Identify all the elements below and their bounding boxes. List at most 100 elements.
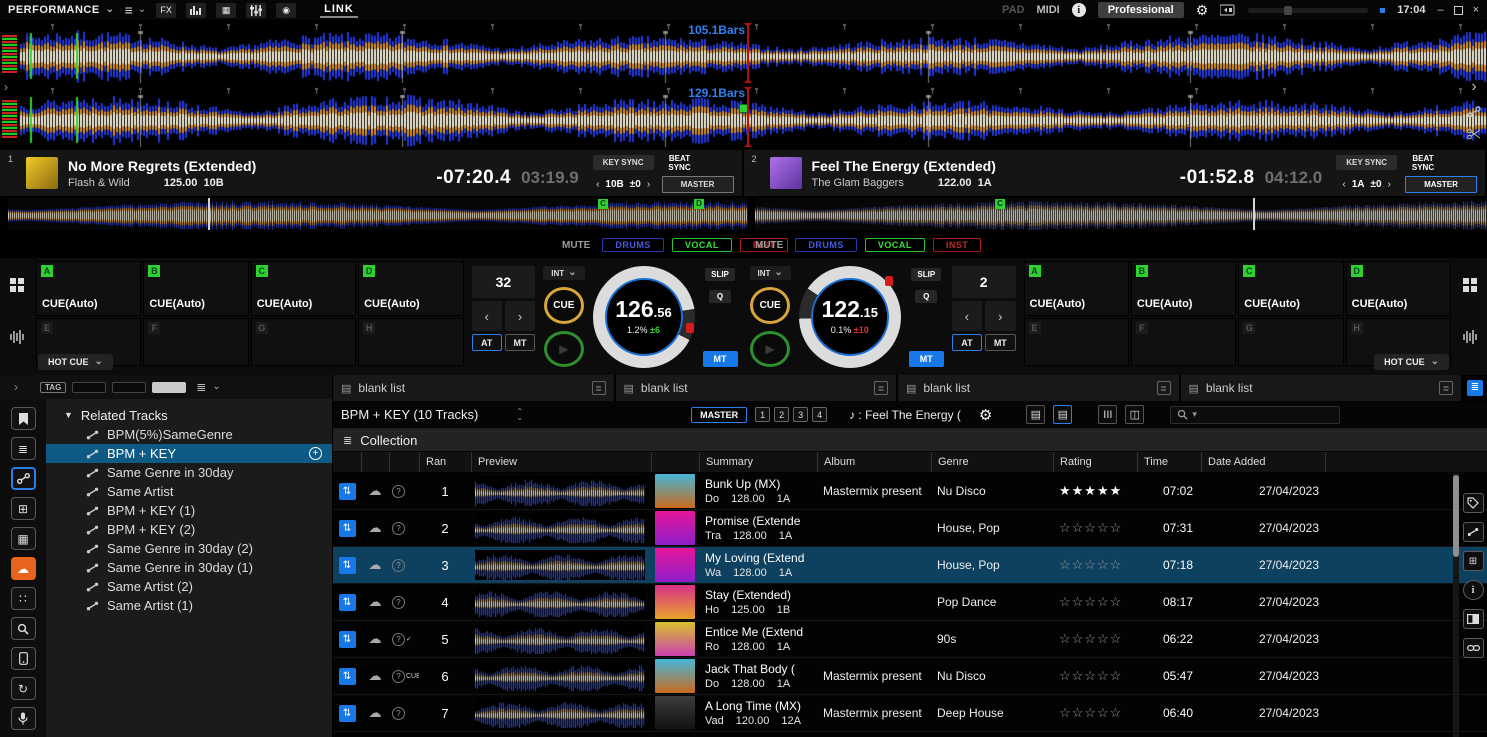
track-rating-stars[interactable]: ☆☆☆☆☆ [1053,547,1137,583]
deck2-beat-sync-button[interactable]: BEAT SYNC [1405,154,1441,172]
hotcue-pad[interactable]: C CUE(Auto) [251,261,356,316]
deck2-stem-inst-button[interactable]: INST [933,238,982,252]
deck2-overview-waveform[interactable] [755,198,1487,230]
deck2-slip-button[interactable]: SLIP [911,268,941,281]
layout-menu[interactable]: ≡ ⌄ [125,2,147,18]
deck-load-button[interactable]: 2 [774,407,789,422]
deck1-play-button[interactable]: ▶ [544,331,584,368]
plan-badge[interactable]: Professional [1098,2,1184,18]
deck2-beatjump-value[interactable]: 2 [952,266,1016,298]
tree-item[interactable]: Same Artist + [46,482,332,501]
deck1-overview-waveform[interactable] [8,198,748,230]
panel-menu-icon[interactable]: ≣ [874,381,888,395]
hotcue-pad[interactable]: B CUE(Auto) [1131,261,1236,316]
midi-toggle[interactable]: MIDI [1036,4,1059,16]
sort-control[interactable]: ⌃⌄ [516,409,523,421]
sync-badge-icon[interactable]: ⇅ [339,631,356,648]
table-row[interactable]: ⇅ ☁ ? 3 My Loving (Extend Wa 128.00 1A [333,547,1487,584]
sampler-bank-icon[interactable]: ⊞ [11,497,36,520]
hotcue-pad[interactable]: F [1131,318,1236,366]
col-album-header[interactable]: Album [817,452,931,472]
sync-badge-icon[interactable]: ⇅ [339,520,356,537]
related-panel-icon[interactable] [1463,522,1484,542]
col-rank-header[interactable]: Ran [419,452,471,472]
key-shift-right-icon[interactable]: › [647,179,650,190]
hotcue-pad[interactable]: F [143,318,248,366]
blank-list-panel[interactable]: ▤ blank list ≣ [616,375,897,401]
deck1-master-button[interactable]: MASTER [662,176,734,193]
view-detail-icon[interactable]: ▤ [1053,405,1072,424]
deck1-beat-sync-button[interactable]: BEAT SYNC [662,154,698,172]
speaker-icon[interactable] [1220,4,1236,16]
collection-breadcrumb[interactable]: ≣ Collection [333,429,1487,452]
collapse-sidebar-icon[interactable]: › [14,380,18,394]
link-tracks-icon[interactable] [1467,106,1481,118]
sync-badge-icon[interactable]: ⇅ [339,483,356,500]
hotcue-pad[interactable]: H [358,318,463,366]
hotcue-pad[interactable]: B CUE(Auto) [143,261,248,316]
pad-grid-icon[interactable] [10,278,24,292]
track-rating-stars[interactable]: ☆☆☆☆☆ [1053,584,1137,620]
track-rating-stars[interactable]: ☆☆☆☆☆ [1053,658,1137,694]
add-playlist-icon[interactable]: + [309,447,322,460]
table-scrollbar[interactable] [1453,473,1459,737]
blank-list-panel[interactable]: ▤ blank list ≣ [898,375,1179,401]
hotcue-pad[interactable]: C CUE(Auto) [1238,261,1343,316]
beatjump-back-button[interactable]: ‹ [952,301,982,331]
panel-menu-icon[interactable]: ≣ [1439,381,1453,395]
color-filter-1[interactable] [72,382,106,393]
deck1-stem-vocal-button[interactable]: VOCAL [672,238,732,252]
color-filter-2[interactable] [112,382,146,393]
beatjump-back-button[interactable]: ‹ [472,301,502,331]
deck1-cue-button[interactable]: CUE [544,287,584,324]
view-twopane-icon[interactable]: ◫ [1125,405,1144,424]
track-rating-stars[interactable]: ☆☆☆☆☆ [1053,621,1137,657]
table-row[interactable]: ⇅ ☁ ?CUE 6 Jack That Body ( Do 128.00 1A [333,658,1487,695]
hotcue-pad[interactable]: D CUE(Auto) [358,261,463,316]
deck1-mt-tempo-button[interactable]: MT [703,351,738,367]
tree-item[interactable]: BPM + KEY + [46,444,332,463]
split-view-icon[interactable] [1463,609,1484,629]
gear-icon[interactable]: ⚙ [1196,2,1209,19]
col-preview-header[interactable]: Preview [471,452,651,472]
tag-panel-icon[interactable] [1463,493,1484,513]
deck1-mt-button[interactable]: MT [505,334,535,351]
panel-menu-icon[interactable]: ≣ [592,381,606,395]
col-rating-header[interactable]: Rating [1053,452,1137,472]
hotcue-pad[interactable]: G [1238,318,1343,366]
deck1-slip-button[interactable]: SLIP [705,268,735,281]
sync-badge-icon[interactable]: ⇅ [339,705,356,722]
master-deck-button[interactable]: MASTER [691,407,747,423]
deck2-cue-button[interactable]: CUE [750,287,790,324]
tree-item[interactable]: Same Genre in 30day (2) + [46,539,332,558]
key-shift-right-icon[interactable]: › [1388,179,1391,190]
microphone-icon[interactable] [11,707,36,730]
deck2-int-mode[interactable]: INT ⌄ [750,266,791,280]
beatjump-forward-button[interactable]: › [505,301,535,331]
deck2-key-sync-button[interactable]: KEY SYNC [1336,155,1397,170]
col-date-header[interactable]: Date Added [1201,452,1325,472]
deck2-hotcue-mode-dropdown[interactable]: HOT CUE ⌄ [1374,354,1449,370]
color-filter-3[interactable] [152,382,186,393]
deck2-quantize-button[interactable]: Q [915,290,937,303]
deck-load-button[interactable]: 1 [755,407,770,422]
deck2-at-button[interactable]: AT [952,334,982,351]
panel-menu-icon[interactable]: ≣ [1157,381,1171,395]
tree-expand-icon[interactable]: ▼ [64,410,73,420]
deck2-stem-vocal-button[interactable]: VOCAL [865,238,925,252]
col-time-header[interactable]: Time [1137,452,1201,472]
table-row[interactable]: ⇅ ☁ ? 2 Promise (Extende Tra 128.00 1A [333,510,1487,547]
table-row[interactable]: ⇅ ☁ ? 4 Stay (Extended) Ho 125.00 1B [333,584,1487,621]
mosaic-icon[interactable]: ∷ [11,587,36,610]
track-rating-stars[interactable]: ☆☆☆☆☆ [1053,510,1137,546]
search-input[interactable]: ▾ [1170,406,1340,424]
mixer-panel-button[interactable] [246,3,266,18]
tree-item[interactable]: Same Genre in 30day + [46,463,332,482]
info-panel-icon[interactable]: i [1463,580,1484,600]
pad-toggle[interactable]: PAD [1002,4,1024,16]
sync-badge-icon[interactable]: ⇅ [339,668,356,685]
playlists-icon[interactable] [11,407,36,430]
tree-root-related-tracks[interactable]: ▼ Related Tracks [46,405,332,425]
hotcue-pad[interactable]: A CUE(Auto) [1024,261,1129,316]
mode-selector[interactable]: PERFORMANCE ⌄ [8,4,115,16]
